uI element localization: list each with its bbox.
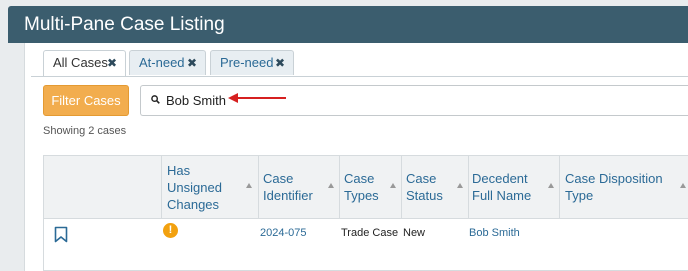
warning-icon: ! — [163, 223, 178, 238]
tab-at-need[interactable]: At-need ✖ — [129, 50, 206, 75]
column-header-disposition[interactable]: Case Disposition Type — [565, 156, 675, 218]
search-input[interactable] — [166, 86, 466, 115]
tab-label: All Cases — [53, 55, 108, 70]
search-box[interactable] — [140, 85, 688, 116]
column-header-label: Case Disposition Type — [565, 171, 663, 203]
column-header-label: Case Types — [344, 171, 379, 203]
sort-icon[interactable] — [246, 183, 252, 188]
tab-pre-need[interactable]: Pre-need ✖ — [210, 50, 294, 75]
case-types-cell: Trade Case — [341, 227, 399, 239]
column-header-case-status[interactable]: Case Status — [406, 156, 451, 218]
tab-divider — [31, 76, 688, 77]
column-header-case-types[interactable]: Case Types — [344, 156, 389, 218]
decedent-cell[interactable]: Bob Smith — [469, 227, 520, 239]
sort-icon[interactable] — [548, 183, 554, 188]
close-icon[interactable]: ✖ — [275, 51, 285, 75]
tab-label: Pre-need — [220, 55, 274, 70]
tab-label: At-need — [139, 55, 185, 70]
case-identifier-cell[interactable]: 2024-075 — [260, 227, 307, 239]
column-header-decedent[interactable]: Decedent Full Name — [472, 156, 542, 218]
search-icon — [151, 95, 160, 104]
table-header: Has Unsigned Changes Case Identifier Cas… — [44, 156, 688, 219]
sort-icon[interactable] — [680, 183, 686, 188]
sort-icon[interactable] — [328, 183, 334, 188]
column-header-label: Decedent Full Name — [472, 171, 532, 203]
close-icon[interactable]: ✖ — [107, 51, 117, 75]
column-header-label: Has Unsigned Changes — [167, 162, 222, 212]
results-count: Showing 2 cases — [43, 125, 127, 137]
filter-cases-button[interactable]: Filter Cases — [43, 85, 129, 116]
case-status-cell: New — [403, 227, 426, 239]
cases-table: Has Unsigned Changes Case Identifier Cas… — [43, 155, 688, 271]
column-header-label: Case Identifier — [263, 171, 313, 203]
page-title: Multi-Pane Case Listing — [8, 6, 688, 43]
bookmark-icon[interactable] — [54, 226, 68, 243]
column-header-case-identifier[interactable]: Case Identifier — [263, 156, 323, 218]
close-icon[interactable]: ✖ — [187, 51, 197, 75]
annotation-arrow — [228, 93, 286, 103]
column-header-select — [44, 156, 161, 218]
sort-icon[interactable] — [390, 183, 396, 188]
sort-icon[interactable] — [457, 183, 463, 188]
column-header-unsigned[interactable]: Has Unsigned Changes — [167, 156, 232, 218]
page-title-text: Multi-Pane Case Listing — [24, 14, 225, 35]
column-header-label: Case Status — [406, 171, 443, 203]
tab-all-cases[interactable]: All Cases ✖ — [43, 50, 126, 77]
